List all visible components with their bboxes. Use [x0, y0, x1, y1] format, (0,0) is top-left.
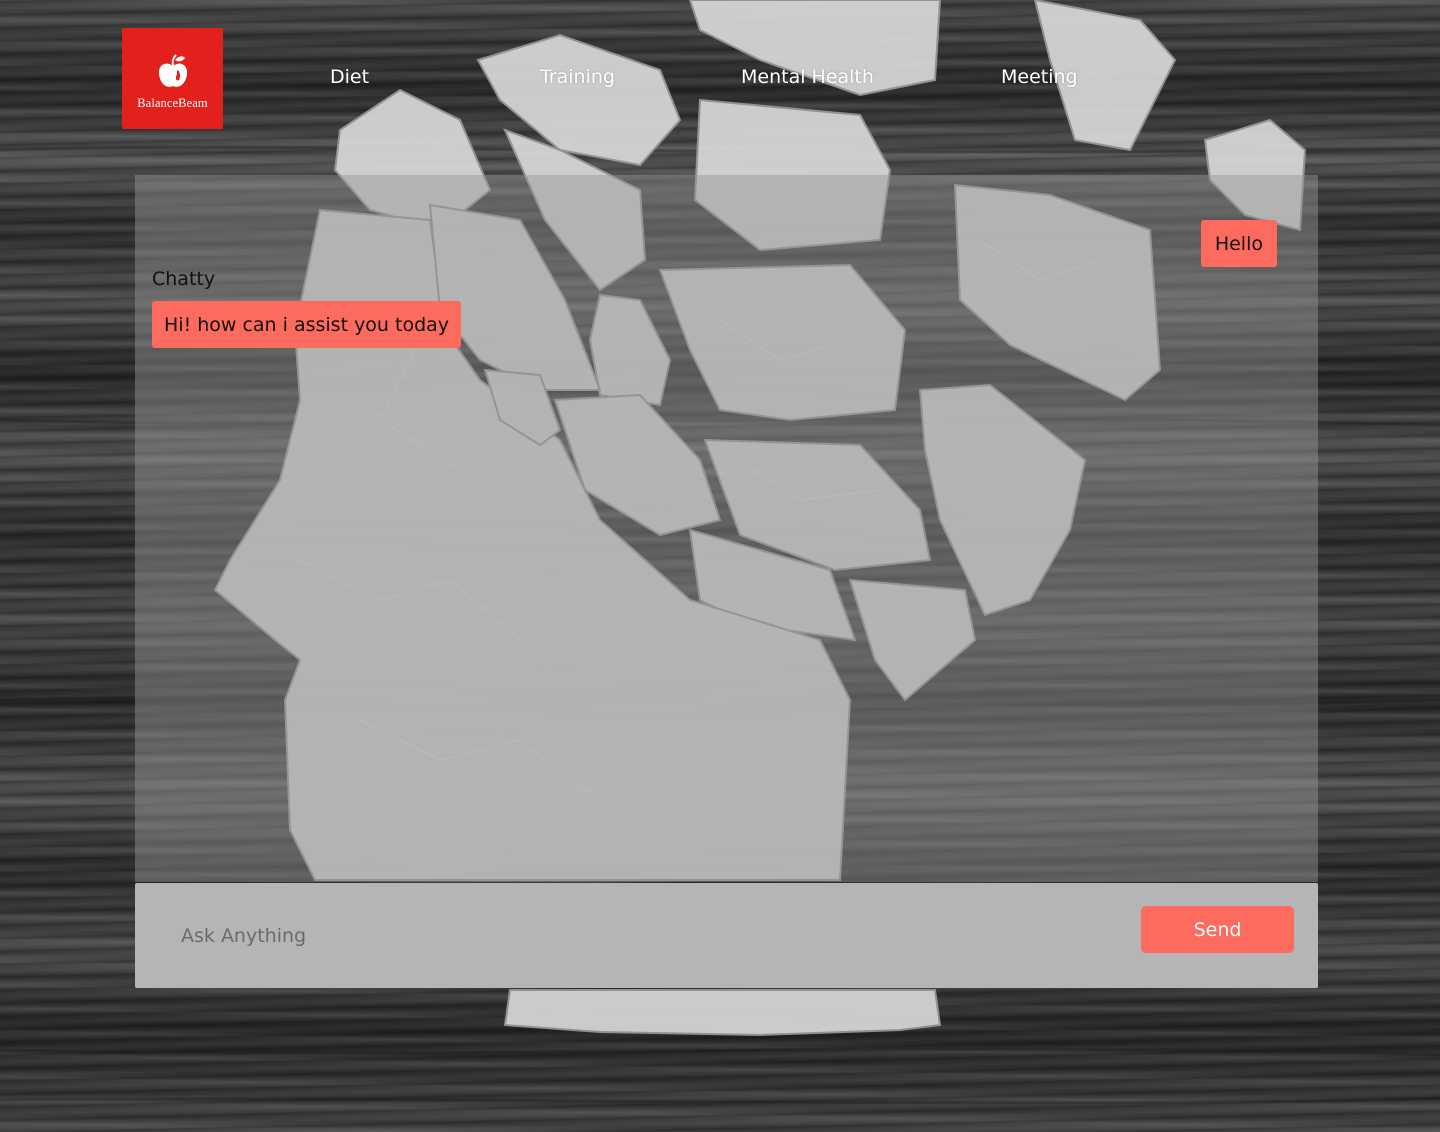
assistant-name: Chatty [152, 268, 216, 290]
brand-logo[interactable]: BalanceBeam [122, 28, 223, 129]
chat-panel: Hello Chatty Hi! how can i assist you to… [135, 175, 1318, 882]
chat-input[interactable] [179, 913, 1083, 959]
nav-item-meeting[interactable]: Meeting [1001, 66, 1078, 88]
user-message-bubble: Hello [1200, 220, 1277, 267]
send-button[interactable]: Send [1141, 906, 1294, 953]
assistant-message-text: Hi! how can i assist you today [164, 313, 450, 336]
brand-name: BalanceBeam [137, 96, 208, 110]
nav-item-training[interactable]: Training [540, 66, 615, 88]
chat-composer: Send [135, 883, 1318, 988]
nav-item-mental-health[interactable]: Mental Health [741, 66, 874, 88]
apple-icon [158, 54, 187, 87]
user-message-text: Hello [1214, 232, 1263, 255]
assistant-message-bubble: Hi! how can i assist you today [152, 301, 462, 348]
nav-item-diet[interactable]: Diet [330, 66, 369, 88]
